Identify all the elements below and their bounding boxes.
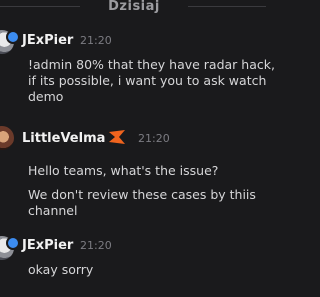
message-line: if its possible, i want you to ask watch <box>28 73 267 88</box>
message-line: We don't review these cases by thiis <box>28 187 256 202</box>
chat-message: JExPier 21:20 !admin 80% that they have … <box>0 28 275 108</box>
orange-chevron-icon <box>109 130 125 144</box>
message-line: okay sorry <box>28 262 94 277</box>
message-line: demo <box>28 89 64 104</box>
message-timestamp: 21:20 <box>80 34 112 47</box>
message-timestamp: 21:20 <box>138 132 170 145</box>
chat-message: LittleVelma 21:20 Hello teams, what's th… <box>0 124 266 224</box>
date-divider-label: Dzisiaj <box>108 0 160 14</box>
blue-badge-icon <box>6 30 20 44</box>
blue-badge-icon <box>6 236 20 250</box>
avatar[interactable] <box>0 126 14 150</box>
date-divider: Dzisiaj <box>0 0 266 16</box>
divider-line-left <box>0 6 80 7</box>
message-line: !admin 80% that they have radar hack, <box>28 57 275 72</box>
divider-line-right <box>188 6 266 7</box>
message-author[interactable]: JExPier <box>22 238 73 254</box>
chat-message: JExPier 21:20 okay sorry <box>0 234 266 284</box>
message-author[interactable]: LittleVelma <box>22 131 105 147</box>
chat-panel: Dzisiaj JExPier 21:20 !admin 80% that th… <box>0 0 275 297</box>
message-timestamp: 21:20 <box>80 239 112 252</box>
message-line: Hello teams, what's the issue? <box>28 163 219 178</box>
message-author[interactable]: JExPier <box>22 33 73 49</box>
message-line: channel <box>28 203 78 218</box>
